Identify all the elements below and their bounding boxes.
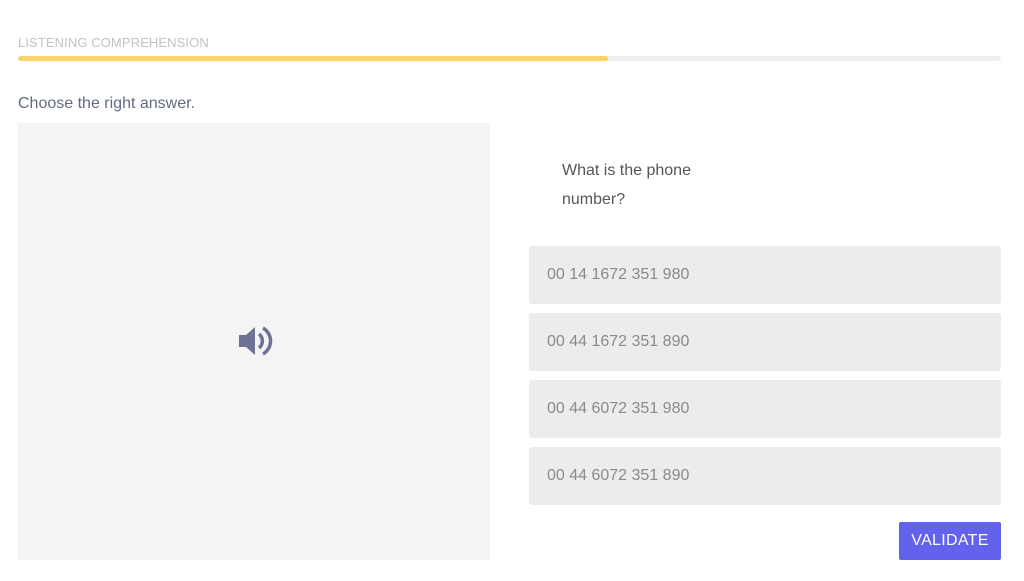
section-title: LISTENING COMPREHENSION bbox=[18, 35, 209, 50]
audio-panel bbox=[18, 123, 490, 560]
answer-option[interactable]: 00 44 6072 351 890 bbox=[529, 447, 1001, 505]
validate-button[interactable]: VALIDATE bbox=[899, 522, 1001, 560]
instruction-text: Choose the right answer. bbox=[18, 95, 195, 112]
play-audio-button[interactable] bbox=[236, 321, 276, 361]
exercise-page: LISTENING COMPREHENSION Choose the right… bbox=[0, 0, 1024, 581]
progress-bar-fill bbox=[18, 56, 608, 61]
answer-option[interactable]: 00 14 1672 351 980 bbox=[529, 246, 1001, 304]
speaker-volume-icon bbox=[239, 326, 273, 356]
answer-option[interactable]: 00 44 1672 351 890 bbox=[529, 313, 1001, 371]
progress-bar bbox=[18, 56, 1001, 61]
question-text: What is the phone number? bbox=[562, 162, 691, 208]
answer-options: 00 14 1672 351 980 00 44 1672 351 890 00… bbox=[529, 246, 1001, 514]
answer-option[interactable]: 00 44 6072 351 980 bbox=[529, 380, 1001, 438]
